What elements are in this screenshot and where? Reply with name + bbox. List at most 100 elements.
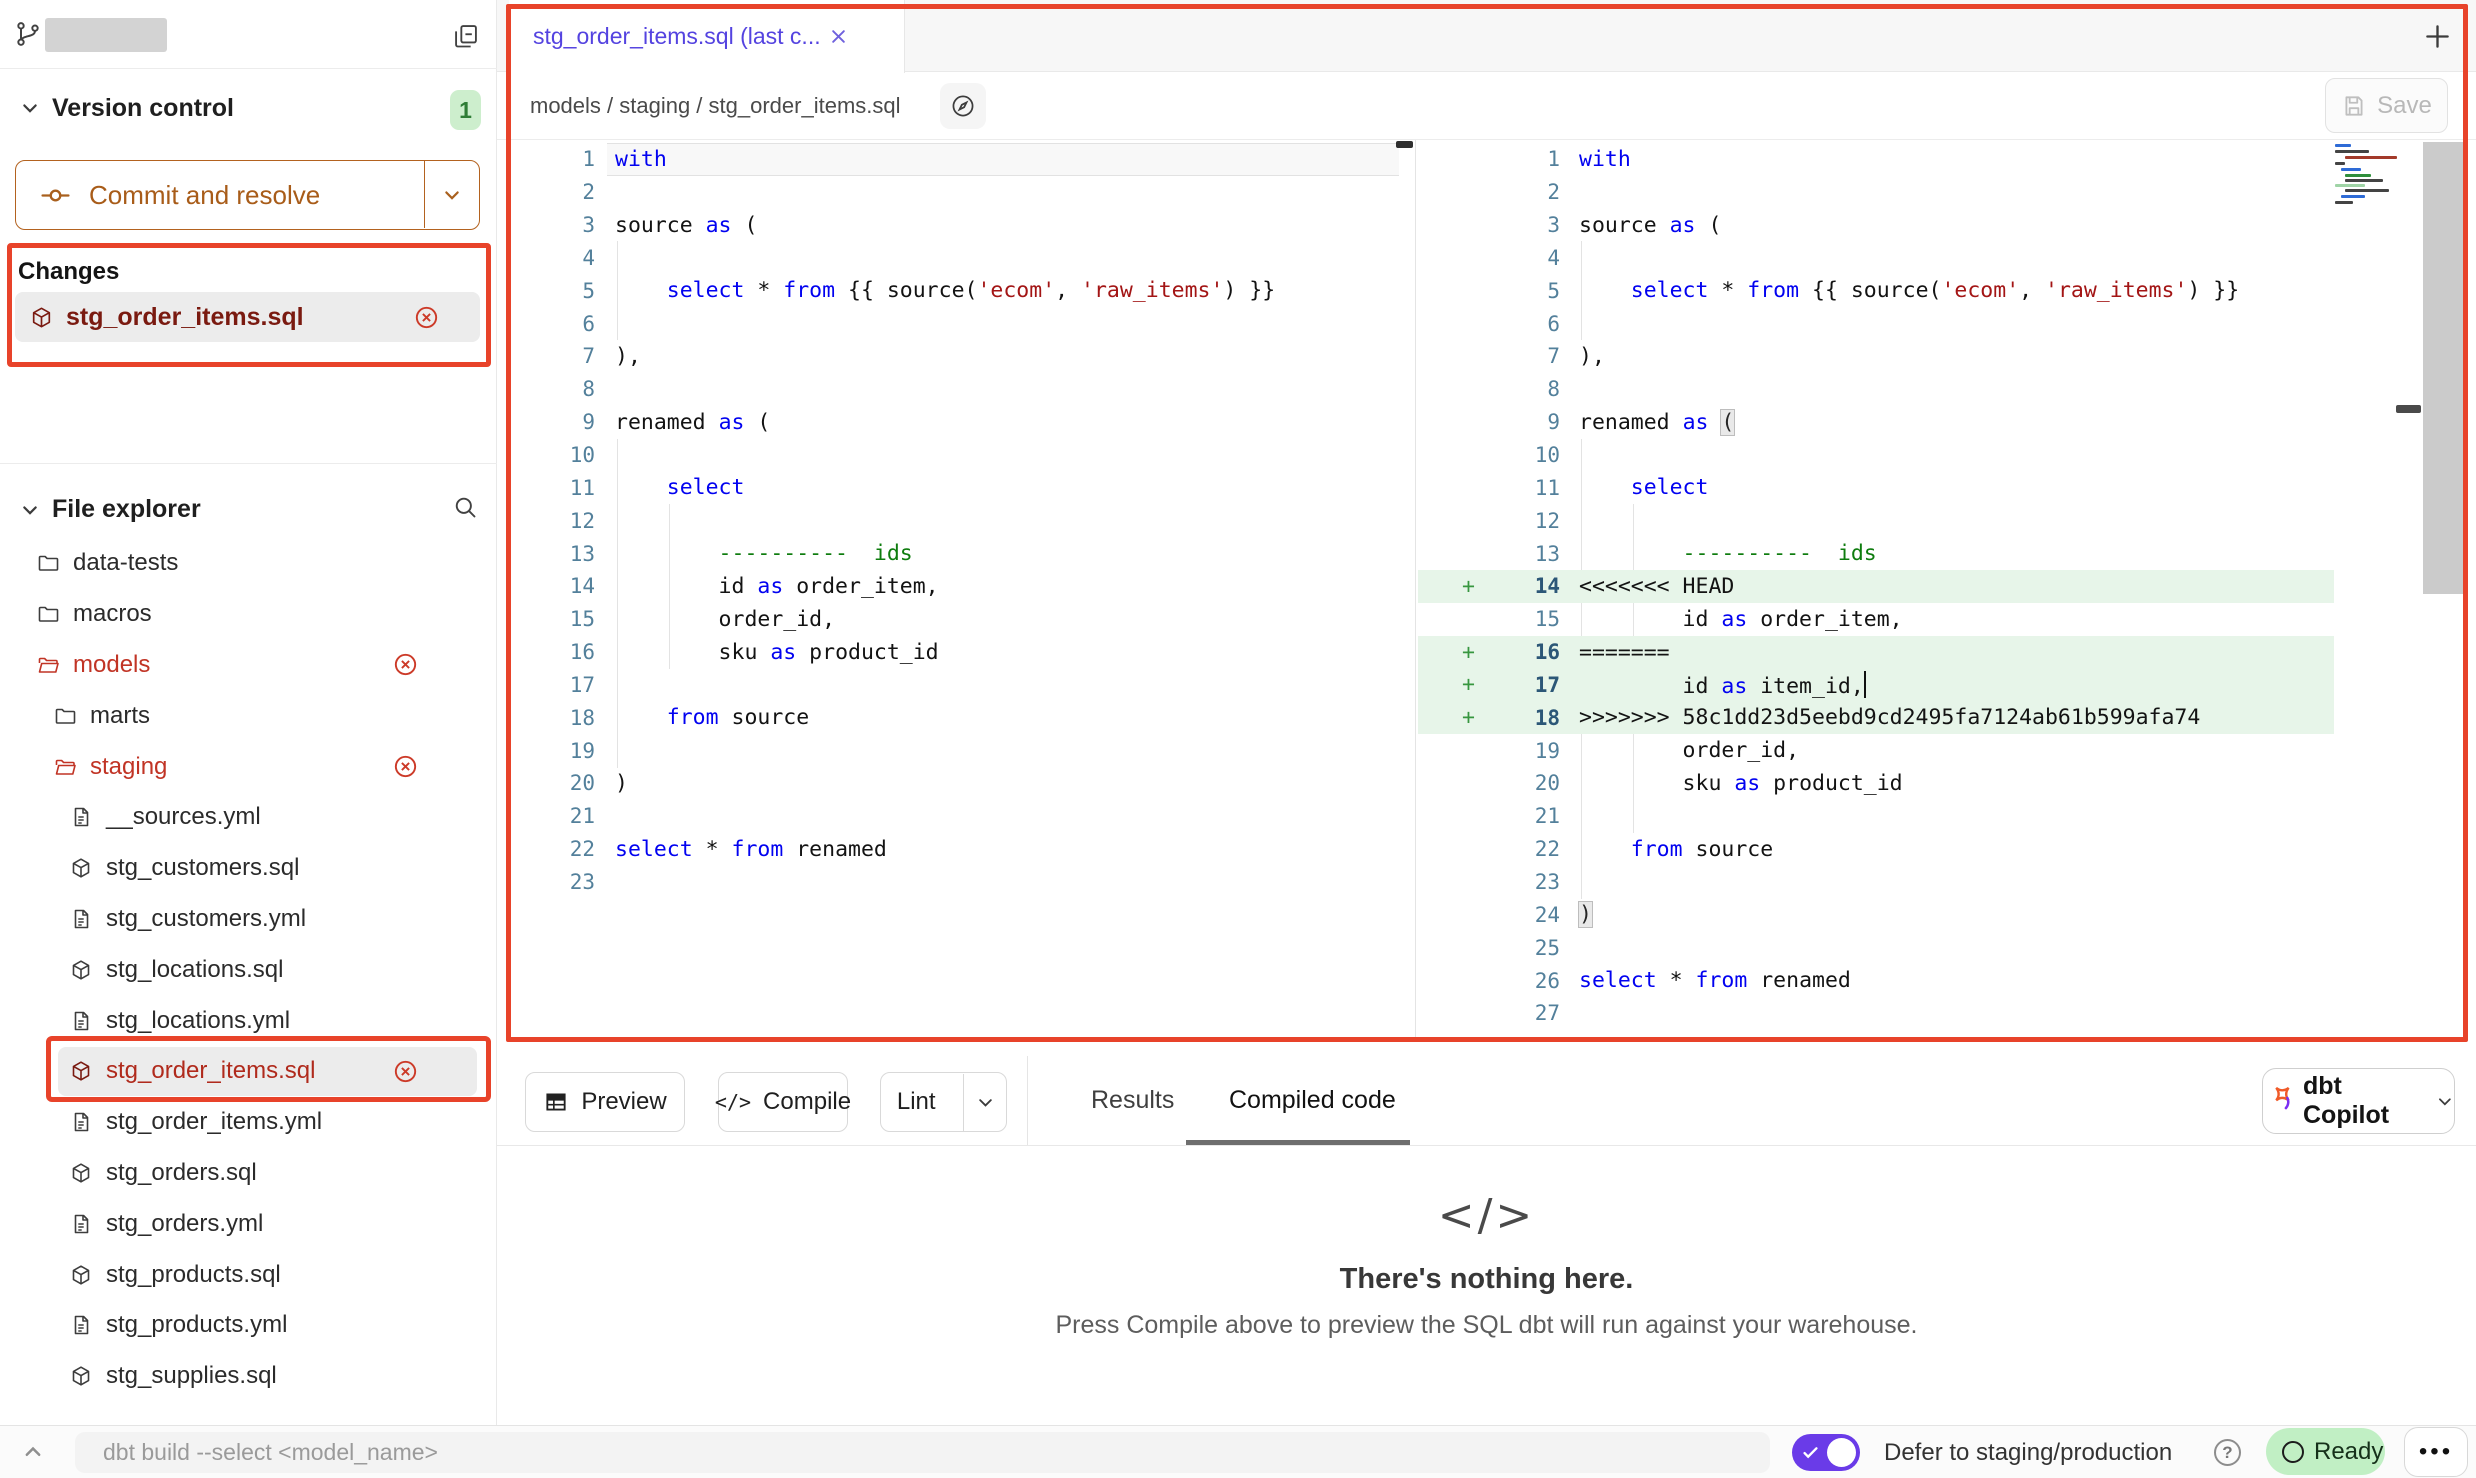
x-circle-icon[interactable] bbox=[392, 1058, 419, 1085]
file-name: stg_products.yml bbox=[106, 1311, 287, 1339]
code-line: 22 from source bbox=[1418, 833, 2476, 866]
empty-state-title: There's nothing here. bbox=[1340, 1263, 1634, 1296]
git-branch-icon bbox=[14, 20, 42, 48]
changed-file-item[interactable]: stg_order_items.sql bbox=[15, 292, 480, 342]
file-explorer-item[interactable]: stg_products.sql bbox=[0, 1249, 497, 1300]
file-explorer-item[interactable]: staging bbox=[0, 741, 497, 792]
file-explorer-item[interactable]: __sources.yml bbox=[0, 792, 497, 843]
file-explorer-item[interactable]: stg_order_items.yml bbox=[0, 1097, 497, 1148]
folder-icon bbox=[53, 704, 77, 728]
bottom-toolbar: Preview </> Compile Lint Results Compile… bbox=[497, 1056, 2476, 1146]
version-control-title[interactable]: Version control bbox=[52, 94, 234, 123]
document-icon bbox=[69, 1110, 93, 1134]
code-line: 25 bbox=[1418, 931, 2476, 964]
file-explorer-item[interactable]: stg_customers.yml bbox=[0, 894, 497, 945]
changes-section-label: Changes bbox=[18, 258, 119, 286]
defer-label: Defer to staging/production bbox=[1884, 1426, 2172, 1478]
status-badge[interactable]: Ready bbox=[2266, 1428, 2385, 1475]
ready-label: Ready bbox=[2314, 1438, 2383, 1466]
code-line: 11 select bbox=[497, 471, 1412, 504]
code-line: 27 bbox=[1418, 997, 2476, 1030]
file-explorer-item[interactable]: macros bbox=[0, 589, 497, 640]
code-line: 23 bbox=[1418, 866, 2476, 899]
file-explorer-item[interactable]: models bbox=[0, 640, 497, 691]
tab-compiled-code[interactable]: Compiled code bbox=[1229, 1056, 1396, 1145]
file-name: stg_orders.yml bbox=[106, 1210, 263, 1238]
file-explorer-item[interactable]: stg_customers.sql bbox=[0, 843, 497, 894]
dbt-copilot-button[interactable]: dbt Copilot bbox=[2262, 1068, 2455, 1134]
file-name: stg_orders.sql bbox=[106, 1159, 257, 1187]
preview-label: Preview bbox=[581, 1088, 666, 1116]
model-cube-icon bbox=[69, 958, 93, 982]
command-input[interactable]: dbt build --select <model_name> bbox=[75, 1432, 1770, 1473]
lint-dropdown-button[interactable] bbox=[963, 1074, 1006, 1131]
code-line: 5 select * from {{ source('ecom', 'raw_i… bbox=[497, 274, 1412, 307]
tab-results[interactable]: Results bbox=[1091, 1056, 1174, 1145]
file-name: stg_locations.sql bbox=[106, 956, 283, 984]
compile-button[interactable]: </> Compile bbox=[718, 1072, 848, 1132]
diff-panel-original[interactable]: 1with23source as (45 select * from {{ so… bbox=[497, 140, 1412, 1042]
new-tab-icon[interactable] bbox=[2424, 23, 2451, 50]
file-name: data-tests bbox=[73, 549, 178, 577]
document-icon bbox=[69, 805, 93, 829]
tab-title: stg_order_items.sql (last c... bbox=[533, 23, 821, 50]
code-line: 4 bbox=[497, 242, 1412, 275]
save-button[interactable]: Save bbox=[2325, 78, 2448, 133]
more-options-button[interactable]: ••• bbox=[2404, 1427, 2468, 1477]
file-explorer-title[interactable]: File explorer bbox=[52, 495, 201, 524]
code-line: 8 bbox=[497, 373, 1412, 406]
code-line: 16 sku as product_id bbox=[497, 636, 1412, 669]
panel-divider bbox=[1415, 140, 1416, 1042]
code-line: 9renamed as ( bbox=[497, 406, 1412, 439]
x-circle-icon[interactable] bbox=[392, 651, 419, 678]
folder-icon bbox=[36, 602, 60, 626]
file-name: models bbox=[73, 651, 150, 679]
code-line: 19 order_id, bbox=[1418, 734, 2476, 767]
code-line: +16======= bbox=[1418, 636, 2476, 669]
code-line: 19 bbox=[497, 734, 1412, 767]
empty-state-subtitle: Press Compile above to preview the SQL d… bbox=[1055, 1311, 1917, 1340]
chevron-up-icon[interactable] bbox=[22, 1441, 44, 1463]
code-line: 20 sku as product_id bbox=[1418, 767, 2476, 800]
tab-stg-order-items[interactable]: stg_order_items.sql (last c... bbox=[509, 0, 905, 73]
model-cube-icon bbox=[69, 1059, 93, 1083]
save-label: Save bbox=[2377, 92, 2432, 120]
main-area: stg_order_items.sql (last c... models / … bbox=[497, 0, 2476, 1425]
code-line: 1with bbox=[1418, 143, 2476, 176]
file-explorer-item[interactable]: stg_orders.yml bbox=[0, 1198, 497, 1249]
code-line: 2 bbox=[1418, 176, 2476, 209]
code-line: 12 bbox=[1418, 504, 2476, 537]
chevron-down-icon[interactable] bbox=[20, 98, 40, 118]
preview-button[interactable]: Preview bbox=[525, 1072, 685, 1132]
x-circle-icon[interactable] bbox=[392, 753, 419, 780]
file-explorer-item[interactable]: stg_locations.yml bbox=[0, 995, 497, 1046]
code-line: +18>>>>>>> 58c1dd23d5eebd9cd2495fa7124ab… bbox=[1418, 701, 2476, 734]
breadcrumb-row: models / staging / stg_order_items.sql S… bbox=[497, 72, 2476, 140]
file-explorer-item[interactable]: stg_orders.sql bbox=[0, 1148, 497, 1199]
lint-button[interactable]: Lint bbox=[880, 1072, 1007, 1132]
code-line: 15 order_id, bbox=[497, 603, 1412, 636]
copy-files-icon[interactable] bbox=[452, 22, 480, 50]
diff-panel-modified[interactable]: 1with 2 3source as ( 4 5 select * from {… bbox=[1418, 140, 2476, 1042]
file-explorer-item[interactable]: stg_order_items.sql bbox=[0, 1046, 497, 1097]
code-line: +14<<<<<<< HEAD bbox=[1418, 570, 2476, 603]
chevron-down-icon[interactable] bbox=[20, 500, 40, 520]
search-icon[interactable] bbox=[452, 494, 479, 521]
dbt-ide-window: Version control 1 Commit and resolve Cha… bbox=[0, 0, 2476, 1478]
active-tab-underline bbox=[1186, 1140, 1410, 1145]
file-name: stg_supplies.sql bbox=[106, 1362, 277, 1390]
x-circle-icon[interactable] bbox=[413, 304, 440, 331]
empty-state-code-icon: </> bbox=[1438, 1190, 1536, 1241]
file-explorer-item[interactable]: stg_locations.sql bbox=[0, 944, 497, 995]
lineage-compass-icon[interactable] bbox=[940, 83, 986, 129]
defer-toggle[interactable] bbox=[1792, 1434, 1860, 1471]
commit-and-resolve-button[interactable]: Commit and resolve bbox=[15, 160, 480, 230]
file-explorer-item[interactable]: stg_supplies.sql bbox=[0, 1351, 497, 1402]
close-icon[interactable] bbox=[829, 27, 848, 46]
file-explorer-item[interactable]: stg_products.yml bbox=[0, 1300, 497, 1351]
file-explorer-item[interactable]: marts bbox=[0, 690, 497, 741]
file-explorer-item[interactable]: data-tests bbox=[0, 538, 497, 589]
model-cube-icon bbox=[69, 1364, 93, 1388]
commit-dropdown-button[interactable] bbox=[424, 161, 479, 228]
help-icon[interactable]: ? bbox=[2214, 1439, 2241, 1466]
